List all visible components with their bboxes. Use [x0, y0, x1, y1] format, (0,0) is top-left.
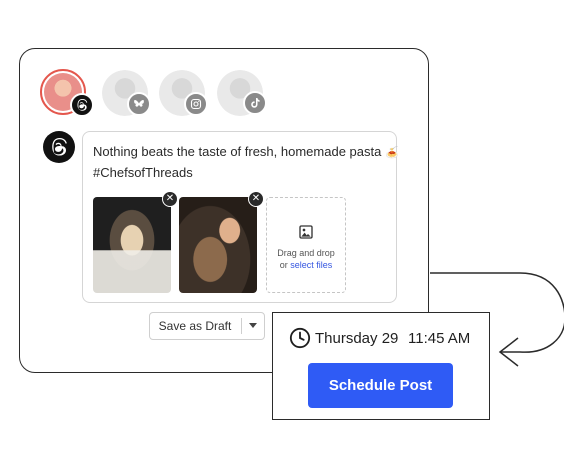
threads-icon — [70, 93, 94, 117]
schedule-date[interactable]: Thursday 29 — [315, 330, 398, 347]
save-as-draft-button[interactable]: Save as Draft — [150, 313, 240, 339]
pasta-emoji: 🍝 — [384, 147, 399, 159]
butterfly-icon — [127, 92, 151, 116]
file-dropzone[interactable]: Drag and drop or select files — [266, 197, 346, 293]
schedule-post-button[interactable]: Schedule Post — [308, 363, 453, 408]
dropzone-text: Drag and drop — [277, 248, 335, 258]
attachment-thumbnail-2 — [179, 197, 257, 293]
threads-icon — [43, 131, 75, 163]
close-icon[interactable]: ✕ — [248, 191, 264, 207]
tiktok-icon — [243, 91, 267, 115]
attachment-thumbnail-1 — [93, 197, 171, 293]
post-hashtag: #ChefsofThreads — [93, 165, 193, 180]
clock-icon — [289, 327, 311, 349]
schedule-time[interactable]: 11:45 AM — [408, 330, 470, 347]
dropzone-or: or — [279, 260, 288, 270]
chevron-down-icon[interactable] — [242, 313, 264, 339]
instagram-icon — [184, 92, 208, 116]
post-text-line1: Nothing beats the taste of fresh, homema… — [93, 144, 382, 159]
select-files-link[interactable]: select files — [290, 260, 332, 270]
image-icon — [299, 225, 313, 239]
post-text[interactable]: Nothing beats the taste of fresh, homema… — [93, 142, 399, 183]
save-as-draft-button-group: Save as Draft — [149, 312, 265, 340]
close-icon[interactable]: ✕ — [162, 191, 178, 207]
